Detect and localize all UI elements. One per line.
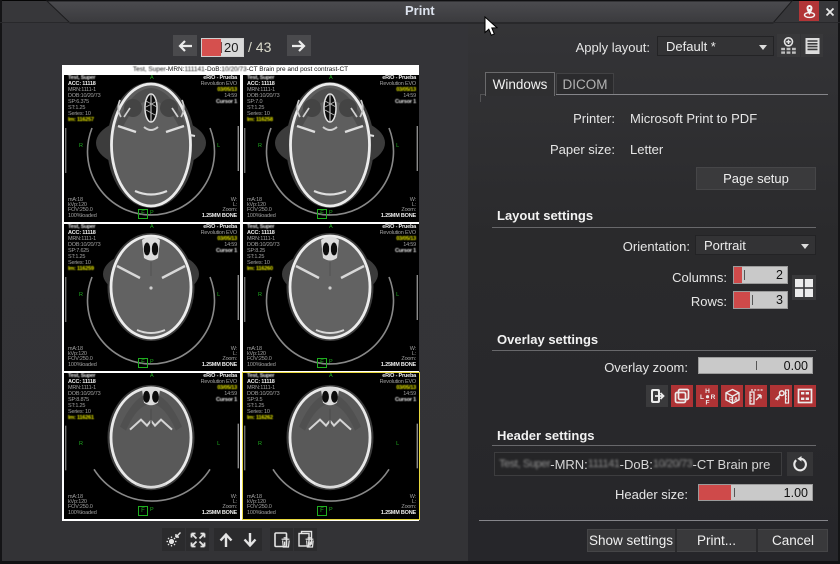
- svg-text:R: R: [710, 393, 715, 400]
- svg-text:H: H: [705, 388, 710, 395]
- svg-text:F: F: [705, 399, 709, 405]
- svg-text:R: R: [729, 397, 733, 403]
- svg-text:A: A: [734, 397, 738, 403]
- svg-text:L: L: [700, 393, 704, 400]
